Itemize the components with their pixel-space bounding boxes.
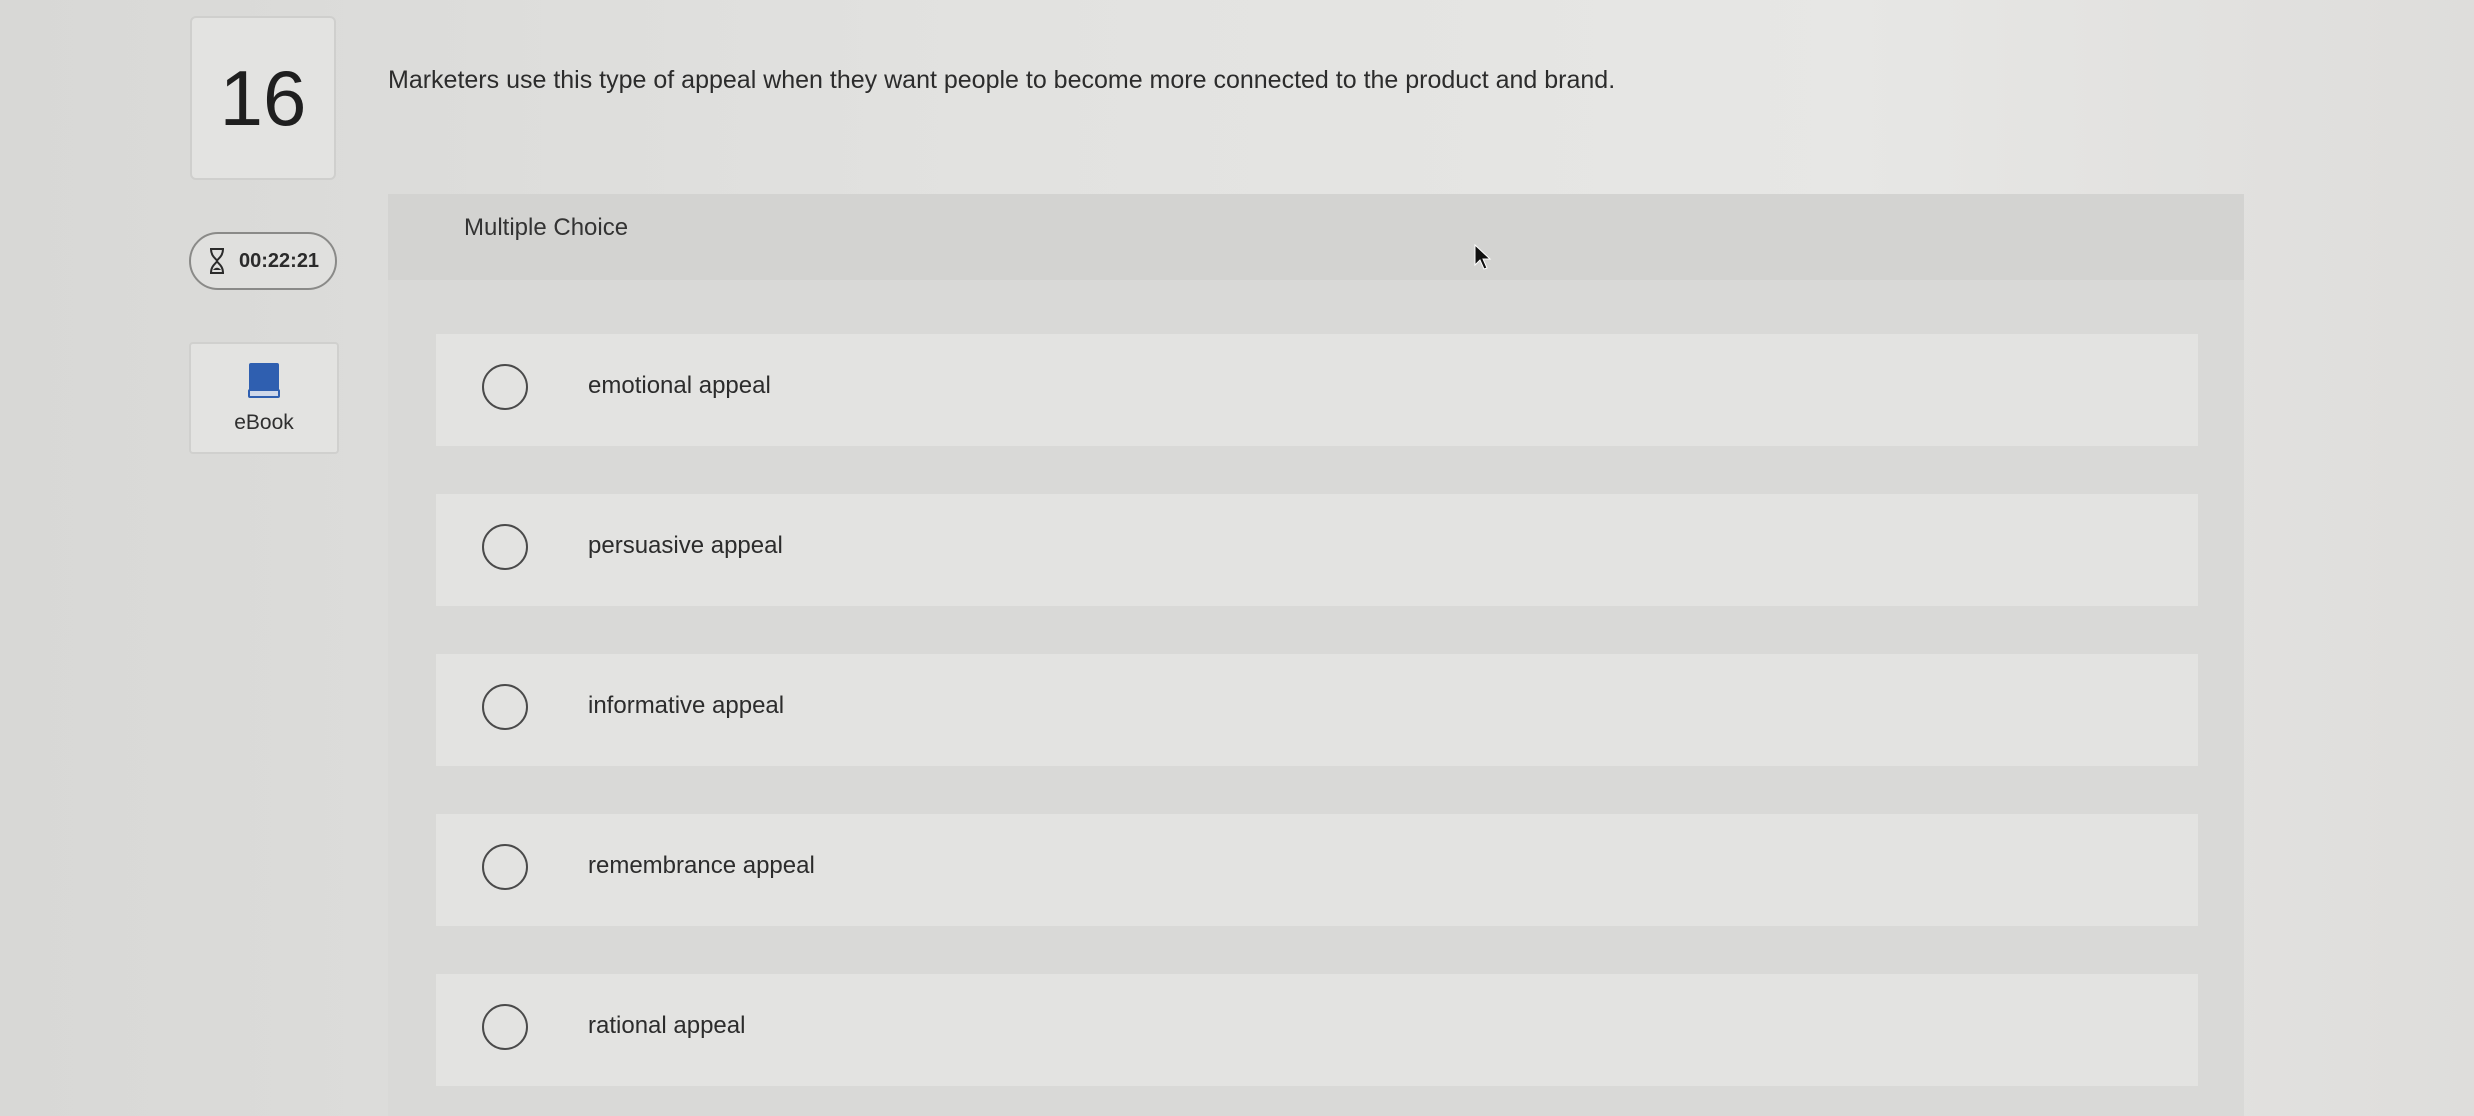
option-label: emotional appeal xyxy=(588,372,771,399)
timer-badge[interactable]: 00:22:21 xyxy=(189,232,337,290)
option-informative-appeal[interactable]: informative appeal xyxy=(436,654,2198,766)
ebook-label: eBook xyxy=(234,411,294,434)
question-number: 16 xyxy=(190,16,336,180)
radio-button[interactable] xyxy=(482,684,528,730)
option-rational-appeal[interactable]: rational appeal xyxy=(436,974,2198,1086)
radio-button[interactable] xyxy=(482,844,528,890)
book-icon xyxy=(247,361,281,405)
panel-title: Multiple Choice xyxy=(464,214,629,241)
radio-button[interactable] xyxy=(482,364,528,410)
panel-header: Multiple Choice xyxy=(388,194,2244,280)
multiple-choice-panel: Multiple Choice emotional appeal persuas… xyxy=(388,194,2244,1116)
option-label: remembrance appeal xyxy=(588,852,815,879)
ebook-button[interactable]: eBook xyxy=(189,342,339,454)
option-label: persuasive appeal xyxy=(588,532,783,559)
timer-value: 00:22:21 xyxy=(239,249,320,272)
mouse-cursor-icon xyxy=(1474,243,1492,275)
option-label: rational appeal xyxy=(588,1012,746,1039)
radio-button[interactable] xyxy=(482,1004,528,1050)
radio-button[interactable] xyxy=(482,524,528,570)
option-persuasive-appeal[interactable]: persuasive appeal xyxy=(436,494,2198,606)
option-remembrance-appeal[interactable]: remembrance appeal xyxy=(436,814,2198,926)
hourglass-icon xyxy=(209,248,225,274)
option-label: informative appeal xyxy=(588,692,785,719)
option-emotional-appeal[interactable]: emotional appeal xyxy=(436,334,2198,446)
question-text: Marketers use this type of appeal when t… xyxy=(388,66,1616,94)
